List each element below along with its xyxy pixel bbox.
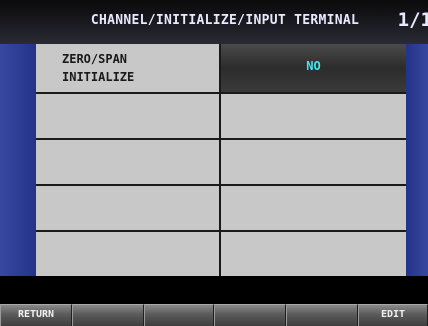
setting-label-empty <box>36 186 219 230</box>
right-margin <box>406 44 428 276</box>
edit-softkey[interactable]: EDIT <box>358 304 428 326</box>
setting-value-empty[interactable] <box>221 140 406 184</box>
softkey-5[interactable] <box>286 304 358 326</box>
settings-table: ZERO/SPAN INITIALIZE NO <box>36 44 406 276</box>
status-band <box>0 276 428 304</box>
setting-value-empty[interactable] <box>221 94 406 138</box>
setting-label-empty <box>36 232 219 276</box>
label-line-2: INITIALIZE <box>62 70 135 84</box>
setting-value-empty[interactable] <box>221 186 406 230</box>
device-screen: CHANNEL/INITIALIZE/INPUT TERMINAL 1/1 ZE… <box>0 0 428 326</box>
softkey-bar: RETURN EDIT <box>0 304 428 326</box>
label-line-1: ZERO/SPAN <box>62 52 128 66</box>
setting-label-empty <box>36 140 219 184</box>
screen-title: CHANNEL/INITIALIZE/INPUT TERMINAL <box>90 13 360 28</box>
left-margin <box>0 44 36 276</box>
page-indicator: 1/1 <box>397 9 428 31</box>
setting-value-zero-span-initialize[interactable]: NO <box>221 44 406 92</box>
softkey-3[interactable] <box>144 304 214 326</box>
softkey-4[interactable] <box>214 304 286 326</box>
value-text: NO <box>306 59 321 73</box>
setting-value-empty[interactable] <box>221 232 406 276</box>
setting-label-zero-span-initialize: ZERO/SPAN INITIALIZE <box>36 44 219 92</box>
header-bar: CHANNEL/INITIALIZE/INPUT TERMINAL 1/1 <box>0 0 428 44</box>
return-softkey[interactable]: RETURN <box>0 304 72 326</box>
softkey-2[interactable] <box>72 304 144 326</box>
setting-label-empty <box>36 94 219 138</box>
